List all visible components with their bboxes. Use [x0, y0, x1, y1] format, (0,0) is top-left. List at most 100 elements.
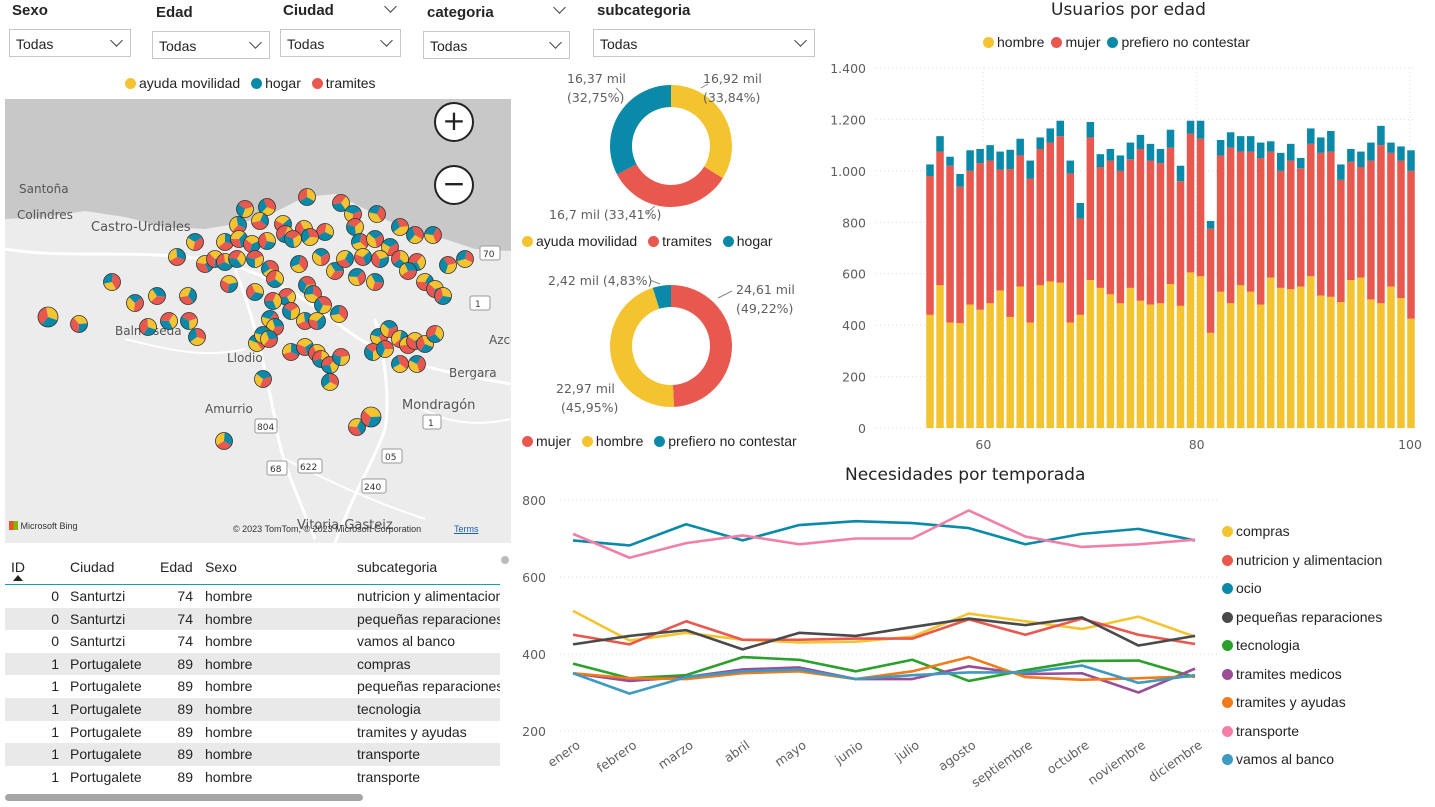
place-label: Amurrio [205, 402, 253, 416]
table-row[interactable]: 1 Portugalete 89 hombre transporte [5, 743, 500, 766]
road-shield: 1 [469, 295, 491, 311]
bar-segment-mujer [976, 163, 984, 310]
bar-segment-hombre [1266, 277, 1275, 428]
table-row[interactable]: 1 Portugalete 89 hombre pequeñas reparacione… [5, 675, 500, 698]
map-pie-marker [406, 226, 424, 244]
y-tick-label: 0 [858, 421, 866, 436]
horizontal-scrollbar[interactable] [5, 794, 363, 801]
sexo-dropdown[interactable]: Todas [9, 29, 131, 57]
bar-chart[interactable]: 0 200 400 600 800 1.000 1.200 1.400 60 80 100 [825, 55, 1433, 455]
subcategoria-dropdown[interactable]: Todas [593, 29, 815, 57]
donut-sexo[interactable] [610, 285, 732, 407]
column-header-id[interactable]: ID [11, 559, 25, 575]
road-shield: 05 [381, 448, 403, 464]
categoria-dropdown[interactable]: Todas [423, 31, 570, 59]
map-pie-marker [391, 218, 409, 236]
bar-segment-hombre [1276, 287, 1285, 428]
legend-item[interactable]: hogar [251, 75, 301, 91]
table-row[interactable]: 1 Portugalete 89 hombre transporte [5, 766, 500, 789]
legend-item[interactable]: vamos al banco [1222, 751, 1382, 780]
legend-item[interactable]: ocio [1222, 580, 1382, 609]
map-pie-marker [70, 315, 88, 333]
table-cell: 74 [177, 588, 193, 604]
legend-item[interactable]: hogar [722, 233, 773, 249]
column-header-ciudad[interactable]: Ciudad [70, 559, 114, 575]
table-cell: 0 [51, 633, 59, 650]
table-row[interactable]: 0 Santurtzi 74 hombre pequeñas reparaciones [5, 607, 500, 631]
legend-item[interactable]: prefiero no contestar [654, 433, 797, 449]
bar-segment-mujer [996, 169, 1004, 291]
map-pie-marker [246, 250, 264, 268]
map-pie-marker [301, 228, 319, 246]
map-visual[interactable]: Santoña Colindres Castro-Urdiales Balmas… [5, 99, 511, 543]
svg-text:804: 804 [257, 423, 274, 433]
bar-segment-hombre [1357, 277, 1365, 428]
table-scroll-indicator[interactable] [501, 556, 509, 564]
legend-dot [1222, 583, 1233, 594]
legend-item[interactable]: transporte [1222, 723, 1382, 752]
dropdown-value: Todas [600, 36, 638, 52]
table-row[interactable]: 0 Santurtzi 74 hombre vamos al banco [5, 630, 500, 653]
donut-charts: 16,92 mil (33,84%) 16,37 mil (32,75%) 16… [548, 71, 795, 415]
x-tick-label: 60 [975, 437, 991, 452]
terms-link[interactable]: Terms [454, 524, 479, 534]
bar-segment-hombre [1317, 295, 1325, 428]
chevron-down-icon[interactable] [553, 1, 566, 14]
map-pie-marker [37, 306, 59, 328]
edad-dropdown[interactable]: Todas [152, 31, 270, 59]
place-label: Castro-Urdiales [91, 220, 191, 235]
legend-label: pequeñas reparaciones [1236, 608, 1383, 625]
bar-segment-prefiero-no-contestar [1407, 150, 1415, 171]
bar-segment-hombre [1206, 332, 1215, 428]
table-cell: hombre [205, 633, 253, 650]
legend-item[interactable]: tramites medicos [1222, 666, 1382, 695]
map-legend: ayuda movilidad hogar tramites [125, 75, 383, 91]
bing-logo: Microsoft Bing [9, 521, 78, 531]
legend-item[interactable]: mujer [522, 433, 571, 449]
legend-label: compras [1236, 523, 1290, 539]
chevron-down-icon[interactable] [384, 0, 397, 13]
legend-item[interactable]: nutricion y alimentacion [1222, 552, 1382, 581]
legend-item[interactable]: hombre [581, 433, 644, 449]
bar-segment-mujer [1216, 155, 1225, 292]
legend-item[interactable]: tramites y ayudas [1222, 694, 1382, 723]
legend-item[interactable]: prefiero no contestar [1107, 34, 1250, 50]
bar-segment-prefiero-no-contestar [976, 149, 984, 164]
map-attribution: © 2023 TomTom, © 2023 Microsoft Corporat… [233, 524, 422, 534]
legend-item[interactable]: tramites [311, 75, 376, 91]
legend-item[interactable]: ayuda movilidad [522, 233, 637, 249]
table-cell: Santurtzi [70, 588, 126, 604]
legend-item[interactable]: hombre [983, 34, 1044, 50]
bar-segment-prefiero-no-contestar [1307, 128, 1315, 144]
line-chart[interactable]: 200400600800enero febrero marzo abril mayo ju… [515, 485, 1230, 805]
column-header-subcategoria[interactable]: subcategoria [357, 559, 437, 575]
ciudad-dropdown[interactable]: Todas [280, 29, 401, 57]
bar-segment-prefiero-no-contestar [996, 151, 1004, 170]
legend-item[interactable]: ayuda movilidad [125, 75, 240, 91]
bar-segment-hombre [1036, 285, 1044, 428]
legend-item[interactable]: tecnologia [1222, 637, 1382, 666]
map-canvas[interactable]: Santoña Colindres Castro-Urdiales Balmas… [5, 99, 511, 543]
table-row[interactable]: 1 Portugalete 89 hombre tramites y ayudas [5, 721, 500, 744]
bar-segment-prefiero-no-contestar [1387, 142, 1395, 153]
zoom-in-button[interactable]: + [434, 102, 474, 142]
column-header-sexo[interactable]: Sexo [205, 559, 237, 575]
bar-segment-hombre [1046, 281, 1055, 428]
legend-item[interactable]: pequeñas reparaciones [1222, 609, 1382, 638]
column-header-edad[interactable]: Edad [160, 559, 193, 575]
legend-item[interactable]: compras [1222, 523, 1382, 552]
bar-segment-prefiero-no-contestar [1066, 160, 1075, 174]
legend-item[interactable]: tramites [648, 233, 712, 249]
table-row[interactable]: 1 Portugalete 89 hombre tecnologia [5, 697, 500, 721]
table-cell: 1 [51, 746, 59, 763]
legend-label: hogar [265, 75, 301, 91]
legend-label: hombre [595, 433, 644, 449]
legend-dot [1107, 37, 1119, 48]
table-row[interactable]: 0 Santurtzi 74 hombre nutricion y alimentaci… [5, 585, 500, 608]
legend-item[interactable]: mujer [1051, 34, 1100, 50]
table-row[interactable]: 1 Portugalete 89 hombre compras [5, 652, 500, 676]
zoom-out-button[interactable]: − [434, 165, 474, 205]
bar-segment-prefiero-no-contestar [936, 136, 944, 152]
legend-dot [1222, 526, 1233, 537]
table-cell: transporte [357, 768, 421, 785]
